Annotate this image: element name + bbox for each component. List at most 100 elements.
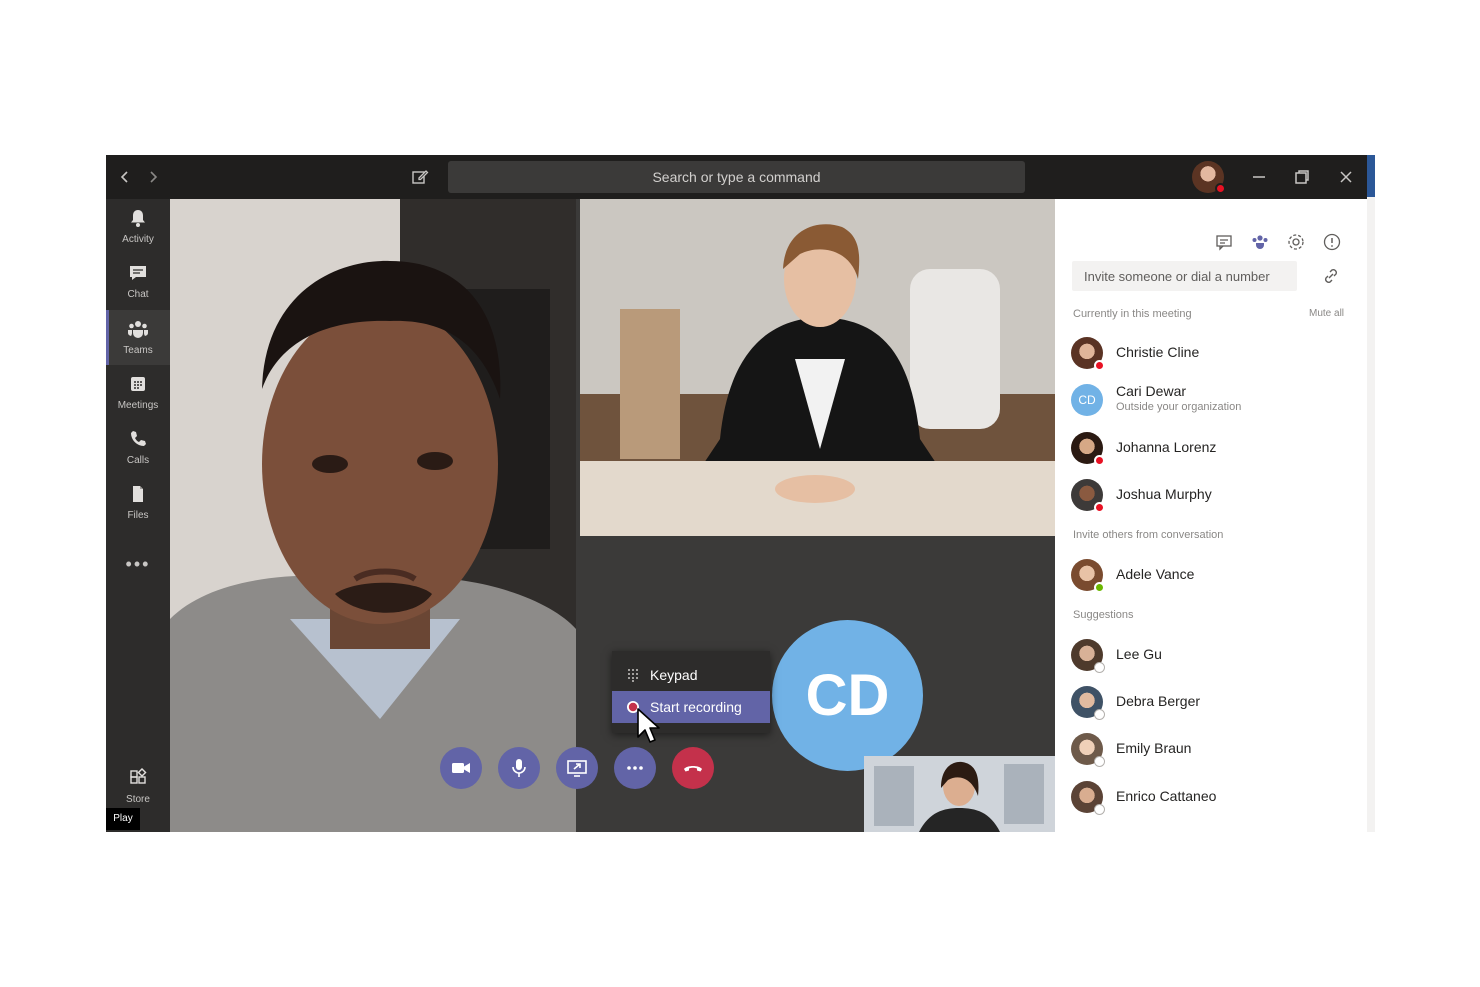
section-header-current: Currently in this meeting	[1073, 308, 1192, 320]
play-badge[interactable]: Play	[106, 808, 140, 830]
teams-icon	[128, 321, 148, 338]
video-stage: CD Keypad Start recording	[170, 199, 1055, 832]
participant-item[interactable]: Joshua Murphy	[1071, 477, 1361, 517]
chevron-left-icon[interactable]	[113, 165, 137, 189]
participant-item[interactable]: Christie Cline	[1071, 335, 1361, 375]
participant-subtitle: Outside your organization	[1116, 401, 1242, 413]
menu-item-label: Keypad	[650, 667, 698, 683]
avatar	[1071, 686, 1105, 720]
more-actions-button[interactable]	[614, 747, 656, 789]
mouse-cursor-icon	[637, 708, 660, 743]
participant-name: Lee Gu	[1116, 646, 1162, 662]
app-rail: Activity Chat Teams Meetings Calls Files…	[106, 199, 170, 832]
participant-item[interactable]: CD Cari Dewar Outside your organization	[1071, 382, 1361, 422]
hangup-icon	[684, 766, 702, 772]
rail-item-label: Store	[126, 794, 150, 805]
status-available-icon	[1094, 582, 1105, 593]
participant-item[interactable]: Lee Gu	[1071, 637, 1361, 677]
rail-item-chat[interactable]: Chat	[106, 254, 170, 309]
participant-photo	[864, 756, 1055, 832]
rail-item-label: Chat	[127, 289, 149, 300]
avatar	[1071, 781, 1105, 815]
status-offline-icon	[1094, 804, 1105, 815]
avatar[interactable]	[1192, 161, 1226, 194]
compose-icon[interactable]	[408, 165, 432, 189]
chat-icon[interactable]	[1214, 232, 1234, 252]
microphone-button[interactable]	[498, 747, 540, 789]
participants-panel: Currently in this meeting Mute all Chris…	[1055, 199, 1374, 832]
keypad-icon	[628, 669, 638, 682]
participant-name: Adele Vance	[1116, 566, 1195, 582]
avatar	[1071, 559, 1105, 593]
more-icon	[627, 766, 643, 770]
minimize-icon[interactable]	[1247, 165, 1271, 189]
menu-item-label: Start recording	[650, 699, 742, 715]
rail-item-label: Teams	[123, 345, 153, 356]
participant-item[interactable]: Adele Vance	[1071, 557, 1361, 597]
share-screen-button[interactable]	[556, 747, 598, 789]
phone-icon	[131, 431, 146, 446]
hang-up-button[interactable]	[672, 747, 714, 789]
rail-item-teams[interactable]: Teams	[106, 310, 170, 365]
rail-item-label: Calls	[126, 455, 150, 466]
status-busy-icon	[1215, 183, 1226, 194]
rail-item-calls[interactable]: Calls	[106, 420, 170, 475]
status-busy-icon	[1094, 360, 1105, 371]
search-input[interactable]: Search or type a command	[448, 161, 1025, 193]
participant-item[interactable]: Enrico Cattaneo	[1071, 779, 1361, 819]
window-edge	[1367, 155, 1375, 832]
participant-name: Emily Braun	[1116, 740, 1192, 756]
participant-item[interactable]: Johanna Lorenz	[1071, 430, 1361, 470]
rail-item-label: Activity	[122, 234, 154, 245]
gear-icon[interactable]	[1286, 232, 1306, 252]
status-busy-icon	[1094, 502, 1105, 513]
status-offline-icon	[1094, 709, 1105, 720]
info-icon[interactable]	[1322, 232, 1342, 252]
chevron-right-icon[interactable]	[141, 165, 165, 189]
participant-photo	[170, 199, 576, 832]
section-header-suggestions: Suggestions	[1073, 609, 1134, 621]
participant-name: Johanna Lorenz	[1116, 439, 1217, 455]
avatar	[1071, 733, 1105, 767]
title-bar: Search or type a command	[106, 155, 1374, 199]
participant-name: Joshua Murphy	[1116, 486, 1212, 502]
rail-item-store[interactable]: Store	[106, 759, 170, 814]
rail-item-activity[interactable]: Activity	[106, 199, 170, 254]
avatar	[1071, 432, 1105, 466]
status-offline-icon	[1094, 756, 1105, 767]
restore-icon[interactable]	[1290, 165, 1314, 189]
avatar	[1071, 337, 1105, 371]
menu-item-keypad[interactable]: Keypad	[612, 659, 770, 691]
participants-icon[interactable]	[1250, 232, 1270, 252]
avatar: CD	[1071, 384, 1103, 416]
store-icon	[130, 767, 147, 784]
invite-input[interactable]	[1072, 261, 1297, 291]
link-icon[interactable]	[1321, 266, 1341, 286]
chat-icon	[130, 266, 146, 280]
status-busy-icon	[1094, 455, 1105, 466]
accent-bar	[1367, 155, 1375, 197]
participant-item[interactable]: Debra Berger	[1071, 684, 1361, 724]
participant-name: Cari Dewar	[1116, 383, 1187, 399]
bell-icon	[131, 210, 145, 227]
rail-item-files[interactable]: Files	[106, 475, 170, 530]
calendar-icon	[131, 377, 145, 391]
self-view-video	[864, 756, 1055, 832]
teams-window: Search or type a command Activity Chat T…	[106, 155, 1374, 832]
participant-name: Debra Berger	[1116, 693, 1201, 709]
participant-name: Enrico Cattaneo	[1116, 788, 1217, 804]
share-screen-icon	[567, 760, 587, 777]
participant-avatar: CD	[772, 620, 923, 771]
participant-name: Christie Cline	[1116, 344, 1200, 360]
camera-button[interactable]	[440, 747, 482, 789]
close-icon[interactable]	[1334, 165, 1358, 189]
section-header-invite: Invite others from conversation	[1073, 529, 1224, 541]
participant-item[interactable]: Emily Braun	[1071, 731, 1361, 771]
rail-item-meetings[interactable]: Meetings	[106, 365, 170, 420]
more-apps-icon[interactable]: •••	[106, 554, 170, 575]
avatar	[1071, 479, 1105, 513]
mute-all-button[interactable]: Mute all	[1309, 308, 1344, 319]
avatar	[1071, 639, 1105, 673]
file-icon	[133, 486, 143, 502]
camera-icon	[452, 763, 470, 773]
